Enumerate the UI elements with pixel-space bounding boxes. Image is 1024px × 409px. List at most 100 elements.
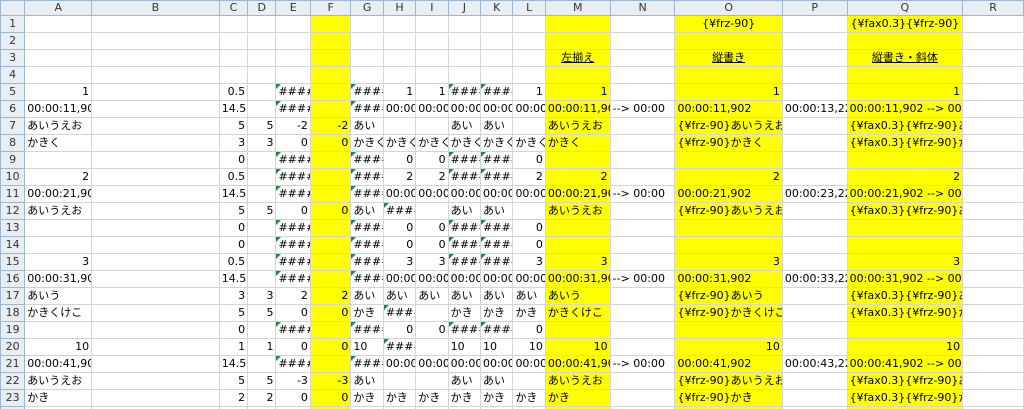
cell-C18[interactable]: 5: [218, 304, 249, 322]
cell-R20[interactable]: [962, 338, 1024, 356]
cell-M23[interactable]: かき: [544, 389, 611, 407]
cell-D13[interactable]: [247, 219, 277, 237]
cell-D21[interactable]: [247, 355, 277, 373]
row-header-3[interactable]: 3: [0, 49, 26, 67]
cell-Q22[interactable]: {¥fax0.3}{¥frz-90}あいうえお: [846, 372, 964, 390]
cell-A10[interactable]: 2: [24, 168, 93, 186]
cell-A9[interactable]: [24, 151, 93, 169]
cell-J9[interactable]: ####: [447, 151, 482, 169]
cell-A6[interactable]: 00:00:11,902 --> 00:00:13,229: [24, 100, 93, 118]
cell-K12[interactable]: あい: [480, 202, 514, 220]
cell-N7[interactable]: [609, 117, 676, 135]
cell-C4[interactable]: [218, 66, 249, 84]
cell-D9[interactable]: [247, 151, 277, 169]
cell-C2[interactable]: [218, 32, 249, 50]
cell-H5[interactable]: 1: [382, 83, 417, 101]
cell-H9[interactable]: 0: [382, 151, 417, 169]
cell-M1[interactable]: [544, 15, 611, 33]
cell-J15[interactable]: ####: [447, 253, 482, 271]
cell-I23[interactable]: かき: [415, 389, 449, 407]
cell-M9[interactable]: [544, 151, 611, 169]
cell-L15[interactable]: 3: [512, 253, 546, 271]
cell-A3[interactable]: [24, 49, 93, 67]
cell-H16[interactable]: 00:00: [382, 270, 417, 288]
cell-J5[interactable]: ####: [447, 83, 482, 101]
cell-N23[interactable]: [609, 389, 676, 407]
cell-N6[interactable]: --> 00:00: [609, 100, 676, 118]
cell-G1[interactable]: [350, 15, 384, 33]
cell-A16[interactable]: 00:00:31,902 --> 00:00:33,229: [24, 270, 93, 288]
cell-O20[interactable]: 10: [674, 338, 783, 356]
cell-K9[interactable]: ####: [480, 151, 514, 169]
cell-M18[interactable]: かきくけこ: [544, 304, 611, 322]
cell-B20[interactable]: [91, 338, 220, 356]
cell-G19[interactable]: ####: [350, 321, 384, 339]
cell-D20[interactable]: 1: [247, 338, 277, 356]
cell-B18[interactable]: [91, 304, 220, 322]
cell-N9[interactable]: [609, 151, 676, 169]
cell-L11[interactable]: 00:00: [512, 185, 546, 203]
cell-B22[interactable]: [91, 372, 220, 390]
cell-J8[interactable]: かきく: [447, 134, 482, 152]
cell-G16[interactable]: ####: [350, 270, 384, 288]
cell-R12[interactable]: [962, 202, 1024, 220]
row-header-12[interactable]: 12: [0, 202, 26, 220]
row-header-17[interactable]: 17: [0, 287, 26, 305]
cell-G23[interactable]: かき: [350, 389, 384, 407]
cell-I12[interactable]: [415, 202, 449, 220]
cell-F19[interactable]: [309, 321, 352, 339]
cell-E22[interactable]: -3: [275, 372, 311, 390]
cell-N13[interactable]: [609, 219, 676, 237]
cell-F3[interactable]: [309, 49, 352, 67]
cell-H13[interactable]: 0: [382, 219, 417, 237]
cell-F13[interactable]: [309, 219, 352, 237]
cell-K19[interactable]: ####: [480, 321, 514, 339]
cell-P8[interactable]: [781, 134, 848, 152]
cell-M20[interactable]: 10: [544, 338, 611, 356]
cell-K13[interactable]: ####: [480, 219, 514, 237]
row-header-19[interactable]: 19: [0, 321, 26, 339]
cell-O6[interactable]: 00:00:11,902: [674, 100, 783, 118]
cell-L17[interactable]: あい: [512, 287, 546, 305]
cell-C8[interactable]: 3: [218, 134, 249, 152]
cell-B21[interactable]: [91, 355, 220, 373]
cell-Q13[interactable]: [846, 219, 964, 237]
cell-H17[interactable]: あい: [382, 287, 417, 305]
cell-N22[interactable]: [609, 372, 676, 390]
cell-H10[interactable]: 2: [382, 168, 417, 186]
cell-L23[interactable]: かき: [512, 389, 546, 407]
cell-D1[interactable]: [247, 15, 277, 33]
cell-E20[interactable]: 0: [275, 338, 311, 356]
cell-R5[interactable]: [962, 83, 1024, 101]
cell-C11[interactable]: 14.5: [218, 185, 249, 203]
cell-E14[interactable]: ####: [275, 236, 311, 254]
cell-N20[interactable]: [609, 338, 676, 356]
cell-L19[interactable]: 0: [512, 321, 546, 339]
cell-R19[interactable]: [962, 321, 1024, 339]
cell-A22[interactable]: あいうえお: [24, 372, 93, 390]
column-header-P[interactable]: P: [781, 0, 848, 16]
cell-E9[interactable]: ####: [275, 151, 311, 169]
cell-K17[interactable]: あい: [480, 287, 514, 305]
cell-K22[interactable]: あい: [480, 372, 514, 390]
cell-H8[interactable]: かきく: [382, 134, 417, 152]
row-header-14[interactable]: 14: [0, 236, 26, 254]
cell-O15[interactable]: 3: [674, 253, 783, 271]
cell-N11[interactable]: --> 00:00: [609, 185, 676, 203]
cell-G9[interactable]: ####: [350, 151, 384, 169]
cell-K16[interactable]: 00:00: [480, 270, 514, 288]
cell-M11[interactable]: 00:00:21,902: [544, 185, 611, 203]
cell-E7[interactable]: -2: [275, 117, 311, 135]
cell-H15[interactable]: 3: [382, 253, 417, 271]
cell-P18[interactable]: [781, 304, 848, 322]
column-header-C[interactable]: C: [218, 0, 249, 16]
cell-C9[interactable]: 0: [218, 151, 249, 169]
cell-M5[interactable]: 1: [544, 83, 611, 101]
cell-H3[interactable]: [382, 49, 417, 67]
cell-R4[interactable]: [962, 66, 1024, 84]
cell-G20[interactable]: 10: [350, 338, 384, 356]
cell-Q21[interactable]: 00:00:41,902 --> 00:00:43,229: [846, 355, 964, 373]
cell-P19[interactable]: [781, 321, 848, 339]
cell-G15[interactable]: ####: [350, 253, 384, 271]
cell-K8[interactable]: かきく: [480, 134, 514, 152]
